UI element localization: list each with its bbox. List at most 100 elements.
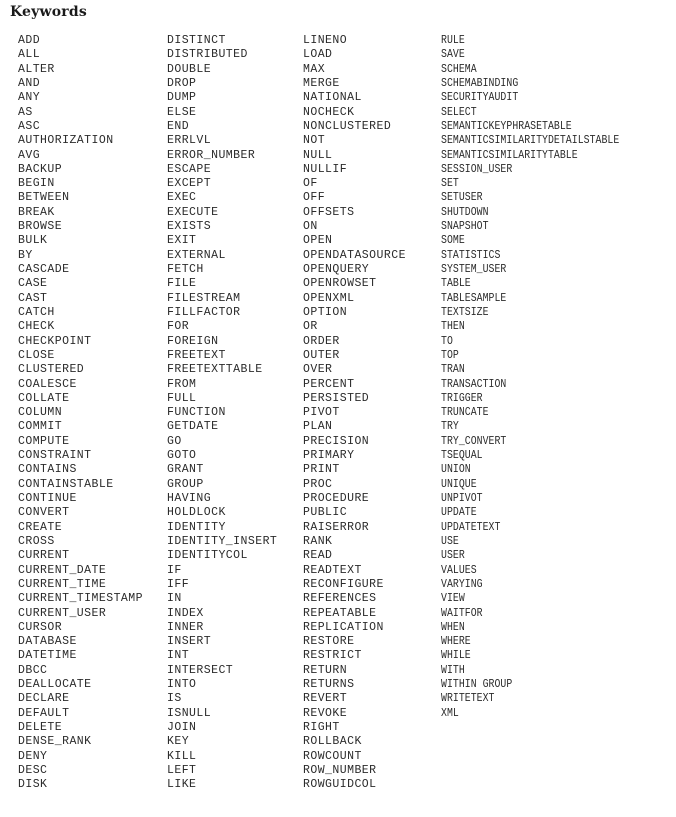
keyword-item: JOIN [167,721,197,734]
keyword-item: XML [441,706,459,720]
keyword-item: GO [167,434,182,448]
keyword-columns: ADD ALL ALTER AND ANY AS ASC AUTHORIZATION AVG BA… [0,34,676,814]
keyword-item: NONCLUSTERED [303,119,392,133]
keyword-item: USE [441,534,459,548]
keyword-item: UPDATETEXT [441,520,501,534]
keyword-item: BROWSE [18,220,63,234]
keyword-item: CLOSE [18,348,55,362]
keyword-item: SETUSER [441,191,483,205]
keyword-item: VIEW [441,592,465,606]
keyword-item: HAVING [167,492,212,505]
keyword-item: OPEN [303,234,333,248]
keyword-item: RETURN [303,663,348,677]
keyword-item: COMPUTE [18,434,70,448]
keyword-item: REPLICATION [303,620,384,634]
keyword-item: CONTAINSTABLE [18,477,114,491]
keyword-item: REFERENCES [303,592,377,606]
keyword-item: PROCEDURE [303,492,370,505]
keyword-item: IDENTITYCOL [167,549,248,563]
keyword-item: AND [18,76,41,90]
keywords-page: Keywords ADD ALL ALTER AND ANY AS ASC AUTHORIZA… [0,0,676,817]
keyword-item: SAVE [441,48,465,62]
keyword-item: INTERSECT [167,663,234,677]
keyword-item: ALTER [18,62,55,76]
keyword-item: SEMANTICSIMILARITYTABLE [441,148,578,162]
keyword-item: IN [167,592,182,606]
keyword-item: CROSS [18,534,55,548]
keyword-item: PERSISTED [303,391,370,405]
keyword-item: FILE [167,277,197,291]
keyword-item: BY [18,248,33,262]
keyword-item: NOCHECK [303,105,355,119]
keyword-item: RETURNS [303,678,355,692]
keyword-item: LINENO [303,34,348,47]
keyword-item: INT [167,649,190,663]
keyword-item: TRANSACTION [441,377,507,391]
keyword-item: WHEN [441,620,465,634]
keyword-item: BEGIN [18,177,55,191]
keyword-item: LEFT [167,763,197,777]
keyword-item: RESTRICT [303,649,362,663]
keyword-item: ADD [18,34,41,47]
keyword-item: OF [303,177,318,191]
keyword-item: RANK [303,534,333,548]
keyword-item: WHILE [441,649,471,663]
keyword-item: DEALLOCATE [18,678,92,692]
keyword-item: ERROR_NUMBER [167,148,256,162]
keyword-item: AS [18,105,33,119]
keyword-item: TSEQUAL [441,449,483,463]
keyword-item: SCHEMA [441,62,477,76]
keyword-item: GOTO [167,449,197,463]
keyword-item: COLLATE [18,391,70,405]
keyword-item: ANY [18,91,41,105]
keyword-item: EXEC [167,191,197,205]
keyword-item: DROP [167,76,197,90]
keyword-item: IS [167,692,182,706]
keyword-item: ELSE [167,105,197,119]
keyword-item: UNIQUE [441,477,477,491]
keyword-item: CONTINUE [18,492,77,505]
keyword-item: FREETEXTTABLE [167,363,263,377]
keyword-item: PRECISION [303,434,370,448]
keyword-item: HOLDLOCK [167,506,226,520]
keyword-item: USER [441,549,465,563]
keyword-item: TABLESAMPLE [441,291,507,305]
keyword-item: THEN [441,320,465,334]
keyword-item: FILESTREAM [167,291,241,305]
keyword-item: IFF [167,577,190,591]
keyword-item: INDEX [167,606,204,620]
keyword-item: RAISERROR [303,520,370,534]
keyword-item: OFFSETS [303,205,355,219]
keyword-item: TRY [441,420,459,434]
keyword-item: SESSION_USER [441,162,513,176]
keyword-item: DBCC [18,663,48,677]
keyword-column-2: DISTINCT DISTRIBUTED DOUBLE DROP DUMP ELSE END… [167,34,303,793]
keyword-item: CAST [18,291,48,305]
keyword-item: ALL [18,48,41,62]
keyword-item: WITHIN GROUP [441,678,513,692]
keyword-item: BREAK [18,205,55,219]
keyword-item: CURSOR [18,620,63,634]
keyword-item: FETCH [167,263,204,276]
keyword-item: OFF [303,191,326,205]
keyword-item: AVG [18,148,41,162]
keyword-item: NOT [303,134,326,148]
keyword-item: WRITETEXT [441,692,495,706]
keyword-item: SET [441,177,459,191]
keyword-item: VALUES [441,563,477,577]
keyword-item: CHECK [18,320,55,334]
keyword-item: BULK [18,234,48,248]
keyword-item: CONTAINS [18,463,77,477]
keyword-item: DESC [18,763,48,777]
keyword-item: OPENDATASOURCE [303,248,406,262]
keyword-item: DISTRIBUTED [167,48,248,62]
keyword-item: REVOKE [303,706,348,720]
keyword-item: FROM [167,377,197,391]
keyword-item: MAX [303,62,326,76]
keyword-item: END [167,119,190,133]
keyword-item: OR [303,320,318,334]
keyword-item: KILL [167,749,197,763]
keyword-item: AUTHORIZATION [18,134,114,148]
keyword-item: ROLLBACK [303,735,362,749]
keyword-column-1: ADD ALL ALTER AND ANY AS ASC AUTHORIZATION AVG BA… [18,34,168,793]
